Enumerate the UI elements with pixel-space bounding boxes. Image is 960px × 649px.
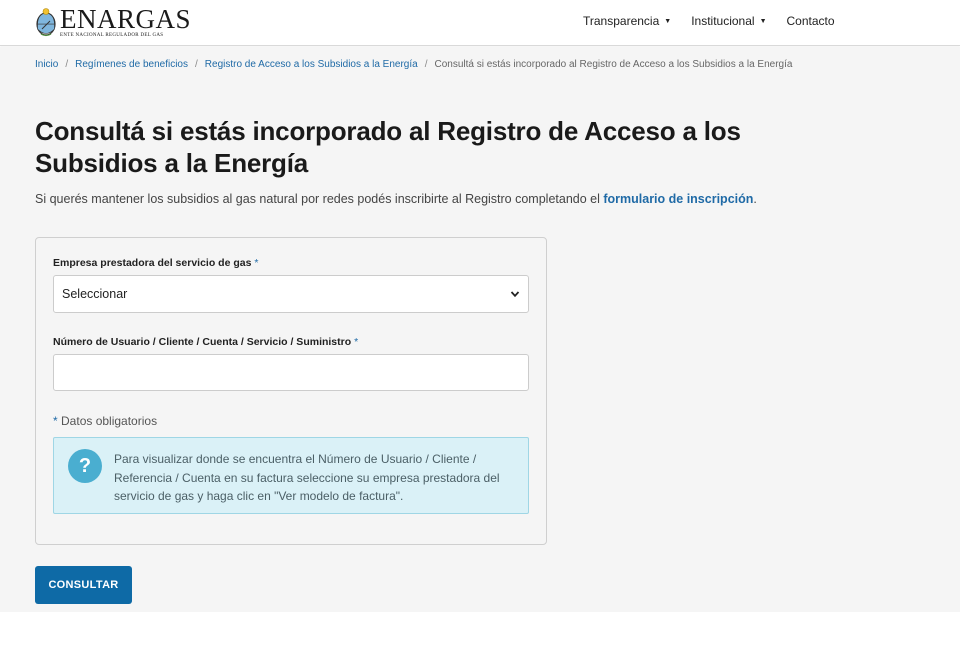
required-asterisk: *: [354, 336, 359, 348]
required-asterisk: *: [254, 257, 259, 269]
question-circle-icon: ?: [68, 449, 102, 483]
nav-item-label: Contacto: [786, 14, 835, 28]
info-alert: ? Para visualizar donde se encuentra el …: [53, 437, 529, 514]
brand-subtitle: ENTE NACIONAL REGULADOR DEL GAS: [60, 33, 164, 38]
chevron-down-icon: [510, 291, 520, 298]
caret-down-icon: ▼: [664, 17, 672, 25]
nav-item-transparencia[interactable]: Transparencia ▼: [583, 14, 671, 28]
brand-name: ENARGAS: [60, 4, 192, 34]
breadcrumb-separator: /: [424, 59, 428, 70]
breadcrumb: Inicio / Regímenes de beneficios / Regis…: [35, 59, 792, 70]
breadcrumb-link-regimenes[interactable]: Regímenes de beneficios: [75, 59, 188, 70]
breadcrumb-link-registro[interactable]: Registro de Acceso a los Subsidios a la …: [205, 59, 418, 70]
page-lead: Si querés mantener los subsidios al gas …: [35, 192, 757, 206]
main-content: Inicio / Regímenes de beneficios / Regis…: [0, 47, 960, 612]
nav-item-contacto[interactable]: Contacto: [787, 14, 835, 28]
lead-text: Si querés mantener los subsidios al gas …: [35, 192, 604, 206]
consultar-button[interactable]: CONSULTAR: [35, 566, 132, 604]
national-seal-icon: [36, 8, 56, 37]
company-label: Empresa prestadora del servicio de gas *: [53, 257, 259, 269]
info-alert-text: Para visualizar donde se encuentra el Nú…: [114, 452, 500, 503]
enargas-logo[interactable]: ENARGAS ENTE NACIONAL REGULADOR DEL GAS: [35, 3, 191, 41]
main-nav: Transparencia ▼ Institucional ▼ Contacto: [583, 14, 835, 28]
company-select-value: Seleccionar: [62, 287, 128, 301]
company-select[interactable]: Seleccionar: [53, 275, 529, 313]
breadcrumb-separator: /: [195, 59, 198, 70]
registration-form-link[interactable]: formulario de inscripción: [603, 192, 753, 206]
lead-end: .: [753, 192, 757, 206]
page-title: Consultá si estás incorporado al Registr…: [35, 116, 741, 178]
breadcrumb-current: Consultá si estás incorporado al Registr…: [434, 59, 793, 70]
nav-item-label: Transparencia: [583, 14, 660, 28]
nav-item-institucional[interactable]: Institucional ▼: [691, 14, 766, 28]
breadcrumb-link-inicio[interactable]: Inicio: [35, 59, 58, 70]
site-header: ENARGAS ENTE NACIONAL REGULADOR DEL GAS …: [0, 0, 960, 46]
user-number-label: Número de Usuario / Cliente / Cuenta / S…: [53, 336, 359, 348]
breadcrumb-separator: /: [65, 59, 69, 70]
nav-item-label: Institucional: [691, 14, 755, 28]
user-number-input[interactable]: [53, 354, 529, 391]
caret-down-icon: ▼: [759, 17, 767, 25]
required-note: * Datos obligatorios: [53, 414, 158, 428]
query-form-card: Empresa prestadora del servicio de gas *…: [35, 237, 547, 545]
